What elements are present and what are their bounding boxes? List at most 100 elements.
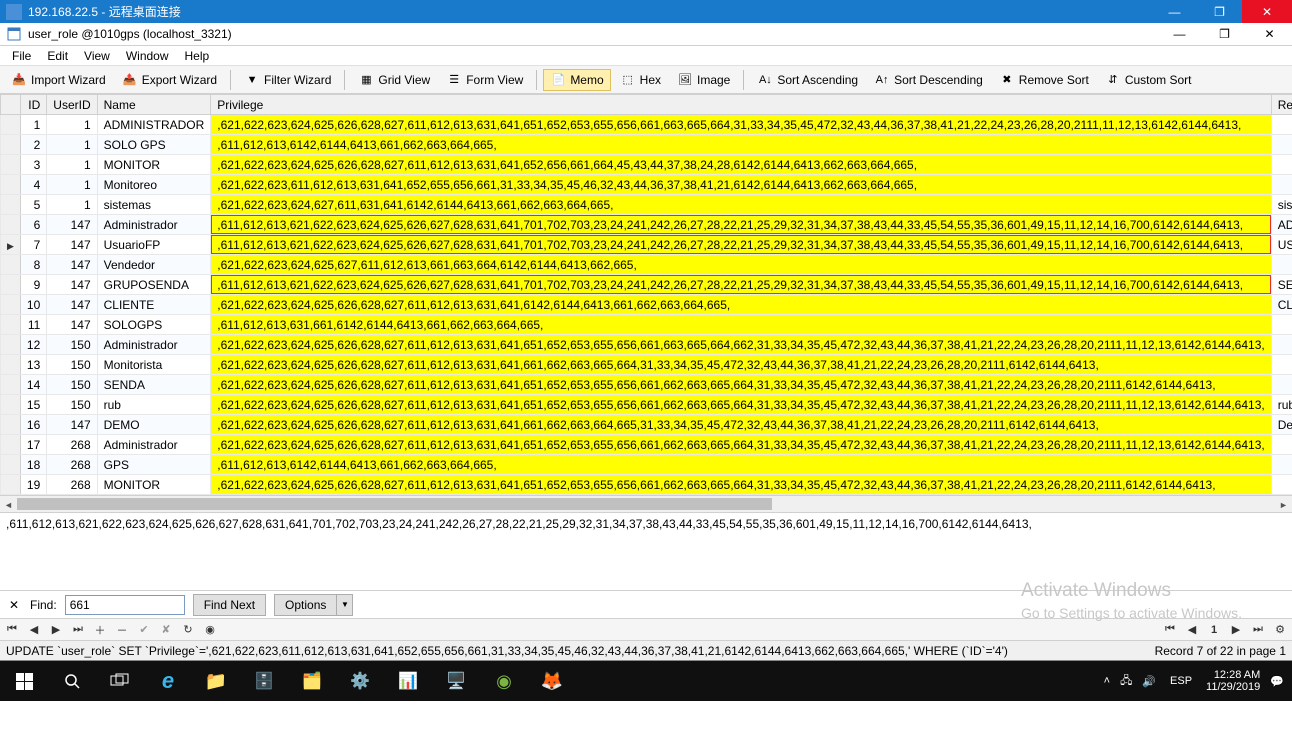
cell-name[interactable]: Administrador (97, 335, 211, 355)
start-button[interactable] (0, 661, 48, 701)
cell-userid[interactable]: 1 (47, 195, 97, 215)
app-maximize-button[interactable]: ❐ (1202, 23, 1247, 46)
cell-name[interactable]: Administrador (97, 435, 211, 455)
page-last-button[interactable]: ⏭ (1250, 622, 1266, 638)
table-row[interactable]: 18268GPS,611,612,613,6142,6144,6413,661,… (1, 455, 1292, 475)
tray-up-icon[interactable]: ˄ (1104, 675, 1110, 687)
row-selector[interactable] (1, 335, 21, 355)
cell-name[interactable]: GRUPOSENDA (97, 275, 211, 295)
table-row[interactable]: 14150SENDA,621,622,623,624,625,626,628,6… (1, 375, 1292, 395)
cell-userid[interactable]: 147 (47, 255, 97, 275)
find-options-dropdown[interactable]: ▼ (337, 594, 353, 616)
row-selector[interactable] (1, 275, 21, 295)
cell-ren[interactable]: rub (1271, 395, 1292, 415)
cell-privilege[interactable]: ,621,622,623,624,625,626,628,627,611,612… (211, 355, 1271, 375)
cell-id[interactable]: 7 (20, 235, 46, 255)
cell-userid[interactable]: 268 (47, 475, 97, 495)
horizontal-scrollbar[interactable]: ◄ ► (0, 496, 1292, 513)
cell-userid[interactable]: 1 (47, 155, 97, 175)
app-minimize-button[interactable]: ― (1157, 23, 1202, 46)
cell-id[interactable]: 17 (20, 435, 46, 455)
tray-sound-icon[interactable]: 🔊 (1142, 675, 1156, 688)
row-selector[interactable] (1, 375, 21, 395)
cell-ren[interactable] (1271, 315, 1292, 335)
data-grid[interactable]: ID UserID Name Privilege Ren 11ADMINISTR… (0, 94, 1292, 496)
explorer-icon[interactable]: 📁 (192, 661, 240, 701)
cell-privilege[interactable]: ,621,622,623,624,625,627,611,612,613,661… (211, 255, 1271, 275)
cell-userid[interactable]: 147 (47, 415, 97, 435)
cell-ren[interactable]: siste (1271, 195, 1292, 215)
row-selector[interactable] (1, 195, 21, 215)
cell-userid[interactable]: 1 (47, 135, 97, 155)
cell-userid[interactable]: 150 (47, 395, 97, 415)
cell-privilege[interactable]: ,621,622,623,624,627,611,631,641,6142,61… (211, 195, 1271, 215)
remove-sort-button[interactable]: ✖Remove Sort (992, 69, 1096, 91)
col-userid[interactable]: UserID (47, 95, 97, 115)
cell-name[interactable]: Vendedor (97, 255, 211, 275)
custom-sort-button[interactable]: ⇵Custom Sort (1098, 69, 1199, 91)
server-manager-icon[interactable]: 🗄️ (240, 661, 288, 701)
ie-icon[interactable]: e (144, 661, 192, 701)
cell-ren[interactable] (1271, 455, 1292, 475)
find-input[interactable] (65, 595, 185, 615)
cell-name[interactable]: UsuarioFP (97, 235, 211, 255)
page-first-button[interactable]: ⏮ (1162, 622, 1178, 638)
row-selector[interactable] (1, 135, 21, 155)
cell-name[interactable]: DEMO (97, 415, 211, 435)
tray-language[interactable]: ESP (1166, 675, 1196, 687)
row-selector[interactable] (1, 435, 21, 455)
row-selector[interactable] (1, 115, 21, 135)
cell-userid[interactable]: 150 (47, 375, 97, 395)
row-selector[interactable] (1, 475, 21, 495)
cell-privilege[interactable]: ,621,622,623,624,625,626,628,627,611,612… (211, 335, 1271, 355)
cell-id[interactable]: 9 (20, 275, 46, 295)
table-row[interactable]: 17268Administrador,621,622,623,624,625,6… (1, 435, 1292, 455)
cell-ren[interactable] (1271, 435, 1292, 455)
table-row[interactable]: 11147SOLOGPS,611,612,613,631,661,6142,61… (1, 315, 1292, 335)
rdp-minimize-button[interactable]: ― (1152, 0, 1197, 23)
table-row[interactable]: 15150rub,621,622,623,624,625,626,628,627… (1, 395, 1292, 415)
table-row[interactable]: 16147DEMO,621,622,623,624,625,626,628,62… (1, 415, 1292, 435)
cell-name[interactable]: SENDA (97, 375, 211, 395)
cell-ren[interactable] (1271, 355, 1292, 375)
cell-id[interactable]: 11 (20, 315, 46, 335)
cell-ren[interactable]: ADM (1271, 215, 1292, 235)
cell-privilege[interactable]: ,621,622,623,624,625,626,628,627,611,612… (211, 155, 1271, 175)
cell-userid[interactable]: 147 (47, 295, 97, 315)
hex-button[interactable]: ⬚Hex (613, 69, 668, 91)
cell-id[interactable]: 15 (20, 395, 46, 415)
cell-privilege[interactable]: ,611,612,613,621,622,623,624,625,626,627… (211, 235, 1271, 255)
cell-privilege[interactable]: ,621,622,623,611,612,613,631,641,652,655… (211, 175, 1271, 195)
nav-cancel-button[interactable]: ✘ (158, 622, 174, 638)
cell-privilege[interactable]: ,621,622,623,624,625,626,628,627,611,612… (211, 475, 1271, 495)
image-button[interactable]: 🖼Image (670, 69, 737, 91)
row-selector[interactable] (1, 355, 21, 375)
cell-name[interactable]: SOLOGPS (97, 315, 211, 335)
cell-id[interactable]: 19 (20, 475, 46, 495)
firefox-icon[interactable]: 🦊 (528, 661, 576, 701)
table-row[interactable]: 51sistemas,621,622,623,624,627,611,631,6… (1, 195, 1292, 215)
cell-id[interactable]: 3 (20, 155, 46, 175)
table-row[interactable]: 19268MONITOR,621,622,623,624,625,626,628… (1, 475, 1292, 495)
menu-window[interactable]: Window (118, 47, 177, 65)
table-row[interactable]: 12150Administrador,621,622,623,624,625,6… (1, 335, 1292, 355)
cell-userid[interactable]: 150 (47, 355, 97, 375)
cell-ren[interactable] (1271, 115, 1292, 135)
cell-privilege[interactable]: ,621,622,623,624,625,626,628,627,611,612… (211, 395, 1271, 415)
cell-name[interactable]: rub (97, 395, 211, 415)
cell-ren[interactable] (1271, 175, 1292, 195)
cell-ren[interactable] (1271, 155, 1292, 175)
cell-id[interactable]: 13 (20, 355, 46, 375)
find-options-button[interactable]: Options (274, 594, 337, 616)
nav-stop-button[interactable]: ◉ (202, 622, 218, 638)
cell-id[interactable]: 14 (20, 375, 46, 395)
row-selector[interactable] (1, 295, 21, 315)
cell-id[interactable]: 16 (20, 415, 46, 435)
navicat-icon[interactable]: ◉ (480, 661, 528, 701)
scroll-right-arrow[interactable]: ► (1275, 496, 1292, 513)
cell-id[interactable]: 6 (20, 215, 46, 235)
table-row[interactable]: 11ADMINISTRADOR,621,622,623,624,625,626,… (1, 115, 1292, 135)
nav-commit-button[interactable]: ✔ (136, 622, 152, 638)
page-prev-button[interactable]: ◀ (1184, 622, 1200, 638)
scroll-thumb[interactable] (17, 498, 772, 510)
